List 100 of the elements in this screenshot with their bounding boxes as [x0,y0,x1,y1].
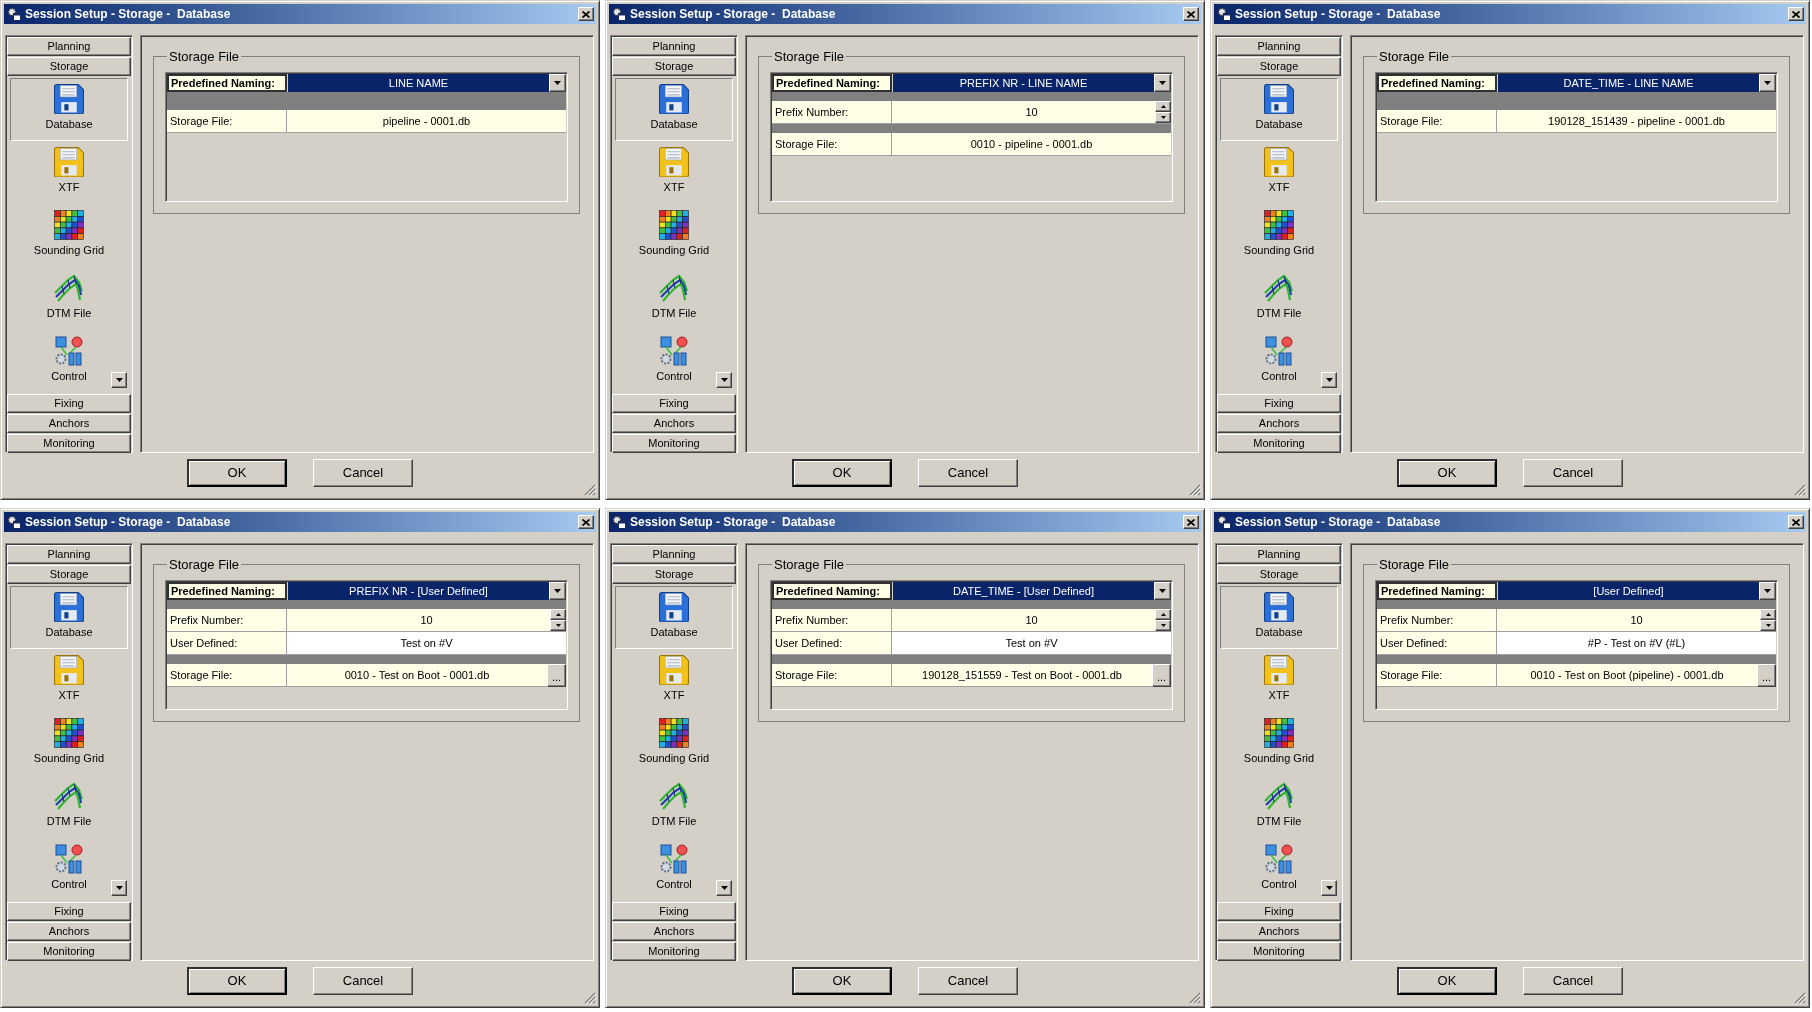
nav-section-button[interactable]: Planning [1217,545,1341,564]
close-button[interactable] [1788,515,1804,529]
close-button[interactable] [1183,7,1199,21]
nav-section-button[interactable]: Storage [7,565,131,584]
dropdown-button[interactable] [1154,582,1171,600]
nav-item[interactable]: Control [615,838,733,901]
naming-dropdown[interactable]: PREFIX NR - [User Defined] [288,582,566,600]
nav-section-button[interactable]: Storage [1217,57,1341,76]
scroll-down-button[interactable] [111,372,127,388]
browse-button[interactable]: ... [1757,664,1776,687]
dialog-button[interactable]: Cancel [313,967,413,995]
nav-section-button[interactable]: Anchors [1217,414,1341,433]
naming-dropdown[interactable]: PREFIX NR - LINE NAME [893,74,1171,92]
naming-dropdown[interactable]: DATE_TIME - [User Defined] [893,582,1171,600]
nav-section-button[interactable]: Storage [612,565,736,584]
text-field[interactable]: #P - Test on #V (#L) [1497,632,1776,655]
nav-section-button[interactable]: Planning [1217,37,1341,56]
nav-section-button[interactable]: Monitoring [7,942,131,961]
nav-section-button[interactable]: Fixing [7,394,131,413]
nav-item[interactable]: DTM File [1220,267,1338,330]
scroll-down-button[interactable] [1321,372,1337,388]
nav-item[interactable]: Sounding Grid [1220,712,1338,775]
nav-section-button[interactable]: Anchors [1217,922,1341,941]
close-button[interactable] [1788,7,1804,21]
nav-item[interactable]: Database [615,78,733,141]
close-button[interactable] [1183,515,1199,529]
nav-section-button[interactable]: Storage [7,57,131,76]
nav-item[interactable]: Database [10,78,128,141]
naming-dropdown[interactable]: DATE_TIME - LINE NAME [1498,74,1776,92]
nav-section-button[interactable]: Monitoring [1217,942,1341,961]
nav-section-button[interactable]: Fixing [7,902,131,921]
dropdown-button[interactable] [549,74,566,92]
nav-item[interactable]: DTM File [10,775,128,838]
nav-section-button[interactable]: Fixing [1217,394,1341,413]
nav-item[interactable]: Database [10,586,128,649]
nav-section-button[interactable]: Fixing [1217,902,1341,921]
text-field[interactable]: Test on #V [287,632,566,655]
nav-item[interactable]: Database [615,586,733,649]
nav-item[interactable]: Database [1220,586,1338,649]
nav-section-button[interactable]: Anchors [612,922,736,941]
number-field[interactable]: 10 [287,609,566,632]
dropdown-button[interactable] [549,582,566,600]
nav-item[interactable]: DTM File [615,267,733,330]
browse-button[interactable]: ... [547,664,566,687]
scroll-down-button[interactable] [111,880,127,896]
nav-item[interactable]: XTF [615,141,733,204]
nav-section-button[interactable]: Planning [612,545,736,564]
nav-section-button[interactable]: Anchors [7,922,131,941]
nav-section-button[interactable]: Anchors [612,414,736,433]
dialog-button[interactable]: OK [792,459,892,487]
nav-section-button[interactable]: Storage [612,57,736,76]
nav-item[interactable]: XTF [10,141,128,204]
nav-item[interactable]: Sounding Grid [615,204,733,267]
nav-item[interactable]: Sounding Grid [10,712,128,775]
nav-item[interactable]: Database [1220,78,1338,141]
text-field[interactable]: Test on #V [892,632,1171,655]
nav-item[interactable]: DTM File [1220,775,1338,838]
spin-down-button[interactable] [1155,112,1171,123]
nav-section-button[interactable]: Planning [7,545,131,564]
dropdown-button[interactable] [1759,74,1776,92]
spin-up-button[interactable] [1155,609,1171,620]
dialog-button[interactable]: OK [187,967,287,995]
nav-section-button[interactable]: Storage [1217,565,1341,584]
browse-button[interactable]: ... [1152,664,1171,687]
spin-down-button[interactable] [1155,620,1171,631]
nav-item[interactable]: XTF [615,649,733,712]
dropdown-button[interactable] [1759,582,1776,600]
close-button[interactable] [578,515,594,529]
nav-section-button[interactable]: Planning [7,37,131,56]
nav-item[interactable]: Sounding Grid [1220,204,1338,267]
nav-item[interactable]: XTF [1220,141,1338,204]
dialog-button[interactable]: Cancel [313,459,413,487]
nav-item[interactable]: Sounding Grid [10,204,128,267]
number-field[interactable]: 10 [892,609,1171,632]
naming-dropdown[interactable]: [User Defined] [1498,582,1776,600]
scroll-down-button[interactable] [716,880,732,896]
nav-section-button[interactable]: Fixing [612,902,736,921]
nav-item[interactable]: Control [10,838,128,901]
scroll-down-button[interactable] [1321,880,1337,896]
dialog-button[interactable]: Cancel [1523,459,1623,487]
nav-section-button[interactable]: Monitoring [7,434,131,453]
dialog-button[interactable]: OK [187,459,287,487]
nav-item[interactable]: DTM File [10,267,128,330]
dialog-button[interactable]: Cancel [1523,967,1623,995]
dialog-button[interactable]: OK [1397,459,1497,487]
spin-up-button[interactable] [1760,609,1776,620]
nav-item[interactable]: Control [1220,838,1338,901]
spin-down-button[interactable] [1760,620,1776,631]
nav-section-button[interactable]: Anchors [7,414,131,433]
nav-item[interactable]: XTF [10,649,128,712]
nav-item[interactable]: Sounding Grid [615,712,733,775]
spin-up-button[interactable] [550,609,566,620]
spin-up-button[interactable] [1155,101,1171,112]
nav-section-button[interactable]: Fixing [612,394,736,413]
nav-item[interactable]: DTM File [615,775,733,838]
nav-section-button[interactable]: Monitoring [612,434,736,453]
dialog-button[interactable]: OK [792,967,892,995]
number-field[interactable]: 10 [1497,609,1776,632]
nav-section-button[interactable]: Monitoring [612,942,736,961]
nav-item[interactable]: Control [615,330,733,393]
